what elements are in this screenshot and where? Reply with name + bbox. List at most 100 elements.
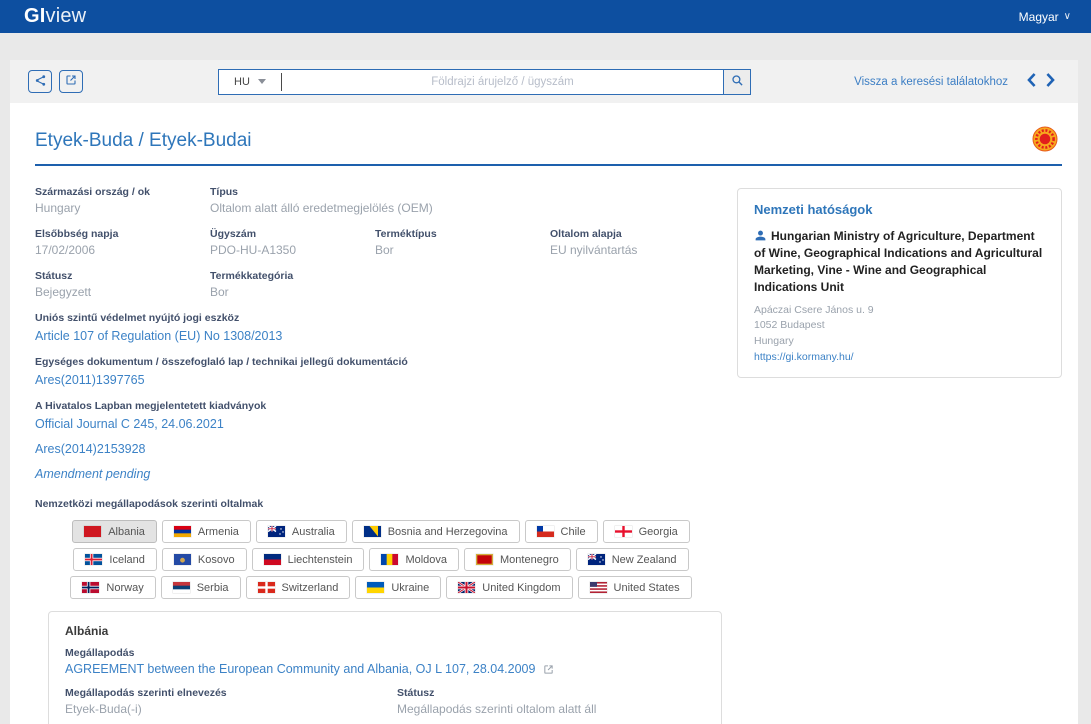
field-priority-date: Elsőbbség napja 17/02/2006	[35, 228, 210, 257]
liechtenstein-flag-icon	[264, 554, 281, 565]
legal-instrument-row: Uniós szintű védelmet nyújtó jogi eszköz…	[35, 312, 735, 343]
pdo-seal-icon	[1032, 126, 1058, 155]
field-value: Bor	[375, 243, 550, 257]
authority-website-link[interactable]: https://gi.kormany.hu/	[754, 351, 854, 363]
field-label: Terméktípus	[375, 228, 550, 240]
publications-row: A Hivatalos Lapban megjelentetett kiadvá…	[35, 400, 735, 481]
agreement-card: Albánia Megállapodás AGREEMENT between t…	[48, 611, 722, 724]
field-label: Elsőbbség napja	[35, 228, 210, 240]
field-value: Bor	[210, 285, 375, 299]
field-protection-basis: Oltalom alapja EU nyilvántartás	[550, 228, 735, 257]
ares-document-link[interactable]: Ares(2011)1397765	[35, 373, 145, 387]
official-journal-link[interactable]: Official Journal C 245, 24.06.2021	[35, 417, 224, 431]
country-button-liechtenstein[interactable]: Liechtenstein	[252, 548, 365, 571]
field-value: Megállapodás szerinti oltalom alatt áll	[397, 702, 705, 716]
bosnia-and-herzegovina-flag-icon	[364, 526, 381, 537]
country-label: Albania	[108, 526, 145, 538]
field-label: Megállapodás	[65, 647, 705, 659]
logo-light: view	[46, 5, 87, 27]
regulation-link[interactable]: Article 107 of Regulation (EU) No 1308/2…	[35, 329, 282, 343]
country-button-iceland[interactable]: Iceland	[73, 548, 156, 571]
page-container: HU Vissza a keresési találatokhoz	[10, 60, 1078, 724]
amendment-pending-link[interactable]: Amendment pending	[35, 467, 150, 481]
country-button-united-kingdom[interactable]: United Kingdom	[446, 576, 572, 599]
app-header: GIview Magyar ∨	[0, 0, 1091, 33]
country-button-georgia[interactable]: Georgia	[603, 520, 690, 543]
select-caret-icon	[258, 79, 266, 84]
export-button[interactable]	[59, 70, 83, 93]
country-button-albania[interactable]: Albania	[72, 520, 157, 543]
field-value: PDO-HU-A1350	[210, 243, 375, 257]
montenegro-flag-icon	[476, 554, 493, 565]
field-label: Termékkategória	[210, 270, 375, 282]
field-status: Státusz Bejegyzett	[35, 270, 210, 299]
search-input[interactable]	[282, 70, 723, 94]
norway-flag-icon	[82, 582, 99, 593]
country-label: Bosnia and Herzegovina	[388, 526, 508, 538]
country-button-united-states[interactable]: United States	[578, 576, 692, 599]
agreement-link[interactable]: AGREEMENT between the European Community…	[65, 662, 535, 676]
country-button-armenia[interactable]: Armenia	[162, 520, 251, 543]
albania-flag-icon	[84, 526, 101, 537]
country-button-bosnia-and-herzegovina[interactable]: Bosnia and Herzegovina	[352, 520, 520, 543]
toolbar-band: HU Vissza a keresési találatokhoz	[10, 60, 1078, 103]
field-label: A Hivatalos Lapban megjelentetett kiadvá…	[35, 400, 735, 412]
share-button[interactable]	[28, 70, 52, 93]
person-icon	[754, 229, 771, 243]
search-language-value: HU	[234, 76, 250, 88]
next-result-button[interactable]	[1045, 72, 1056, 91]
country-button-montenegro[interactable]: Montenegro	[464, 548, 571, 571]
country-button-kosovo[interactable]: Kosovo	[162, 548, 247, 571]
authority-name-text: Hungarian Ministry of Agriculture, Depar…	[754, 229, 1042, 294]
country-label: New Zealand	[612, 554, 677, 566]
previous-result-button[interactable]	[1026, 72, 1037, 91]
country-label: Ukraine	[391, 582, 429, 594]
chile-flag-icon	[537, 526, 554, 537]
country-button-chile[interactable]: Chile	[525, 520, 598, 543]
chevron-right-icon	[1045, 72, 1056, 91]
ukraine-flag-icon	[367, 582, 384, 593]
giview-logo[interactable]: GIview	[24, 5, 86, 28]
switzerland-flag-icon	[258, 582, 275, 593]
field-product-type: Terméktípus Bor	[375, 228, 550, 257]
field-label: Státusz	[397, 687, 705, 699]
country-label: Iceland	[109, 554, 144, 566]
field-label: Státusz	[35, 270, 210, 282]
authority-name: Hungarian Ministry of Agriculture, Depar…	[754, 228, 1045, 296]
field-product-category: Termékkategória Bor	[210, 270, 375, 299]
field-origin: Származási ország / ok Hungary	[35, 186, 210, 215]
language-label: Magyar	[1019, 10, 1059, 24]
country-button-australia[interactable]: Australia	[256, 520, 347, 543]
country-label: Liechtenstein	[288, 554, 353, 566]
country-button-moldova[interactable]: Moldova	[369, 548, 459, 571]
country-label: Serbia	[197, 582, 229, 594]
country-label: Switzerland	[282, 582, 339, 594]
moldova-flag-icon	[381, 554, 398, 565]
back-to-results-link[interactable]: Vissza a keresési találatokhoz	[854, 76, 1008, 88]
field-value: Bejegyzett	[35, 285, 210, 299]
address-line: Hungary	[754, 334, 1045, 349]
field-value: Oltalom alatt álló eredetmegjelölés (OEM…	[210, 201, 735, 215]
country-button-switzerland[interactable]: Switzerland	[246, 576, 351, 599]
search-language-select[interactable]: HU	[219, 70, 281, 94]
field-label: Típus	[210, 186, 735, 198]
international-protections-label: Nemzetközi megállapodások szerinti oltal…	[35, 498, 735, 510]
field-type: Típus Oltalom alatt álló eredetmegjelölé…	[210, 186, 735, 215]
country-button-ukraine[interactable]: Ukraine	[355, 576, 441, 599]
address-line: Apáczai Csere János u. 9	[754, 303, 1045, 318]
serbia-flag-icon	[173, 582, 190, 593]
national-authorities-card: Nemzeti hatóságok Hungarian Ministry of …	[737, 188, 1062, 378]
country-button-norway[interactable]: Norway	[70, 576, 155, 599]
field-value: Etyek-Buda(-i)	[65, 702, 397, 716]
logo-bold: GI	[24, 5, 46, 27]
country-label: Australia	[292, 526, 335, 538]
country-button-serbia[interactable]: Serbia	[161, 576, 241, 599]
language-dropdown[interactable]: Magyar ∨	[1019, 10, 1071, 24]
address-line: 1052 Budapest	[754, 318, 1045, 333]
field-value: 17/02/2006	[35, 243, 210, 257]
single-document-row: Egységes dokumentum / összefoglaló lap /…	[35, 356, 735, 387]
ares-publication-link[interactable]: Ares(2014)2153928	[35, 442, 146, 456]
search-button[interactable]	[723, 70, 750, 94]
authority-address: Apáczai Csere János u. 9 1052 Budapest H…	[754, 303, 1045, 349]
country-button-new-zealand[interactable]: New Zealand	[576, 548, 689, 571]
